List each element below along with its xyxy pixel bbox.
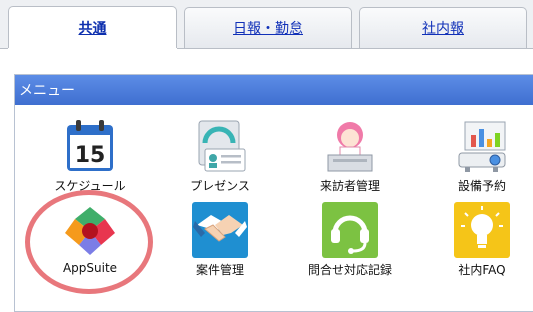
menu-item-schedule[interactable]: 15 スケジュール (30, 117, 150, 201)
menu-label[interactable]: 案件管理 (196, 261, 244, 278)
projector-icon[interactable] (453, 117, 511, 175)
menu-label[interactable]: 設備予約 (458, 177, 506, 194)
menu-label[interactable]: 来訪者管理 (320, 177, 380, 194)
menu-item-inquiry-records[interactable]: 問合せ対応記録 (290, 201, 410, 285)
menu-label[interactable]: 社内FAQ (458, 261, 505, 278)
tab-daily-report-attendance[interactable]: 日報・勤怠 (184, 7, 352, 48)
menu-item-presence[interactable]: プレゼンス (160, 117, 280, 201)
lightbulb-icon[interactable] (453, 201, 511, 259)
tab-label[interactable]: 共通 (79, 18, 107, 38)
tab-company-news[interactable]: 社内報 (359, 7, 527, 48)
presence-card-icon[interactable] (191, 117, 249, 175)
handshake-icon[interactable] (191, 201, 249, 259)
tab-label[interactable]: 日報・勤怠 (233, 18, 303, 38)
receptionist-icon[interactable] (321, 117, 379, 175)
highlight-ring (25, 190, 153, 294)
menu-label[interactable]: プレゼンス (190, 177, 250, 194)
calendar-day: 15 (75, 143, 106, 168)
panel-title: メニュー (19, 83, 75, 99)
headset-icon[interactable] (321, 201, 379, 259)
menu-item-company-faq[interactable]: 社内FAQ (422, 201, 533, 285)
panel-header: メニュー (15, 75, 533, 105)
menu-item-facility-reservation[interactable]: 設備予約 (422, 117, 533, 201)
menu-item-project-management[interactable]: 案件管理 (160, 201, 280, 285)
tab-strip: 共通 日報・勤怠 社内報 (0, 0, 533, 50)
tab-common[interactable]: 共通 (8, 6, 177, 49)
tab-label[interactable]: 社内報 (422, 18, 464, 38)
calendar-icon[interactable]: 15 (61, 117, 119, 175)
menu-item-visitor-management[interactable]: 来訪者管理 (290, 117, 410, 201)
menu-label[interactable]: 問合せ対応記録 (308, 261, 392, 278)
